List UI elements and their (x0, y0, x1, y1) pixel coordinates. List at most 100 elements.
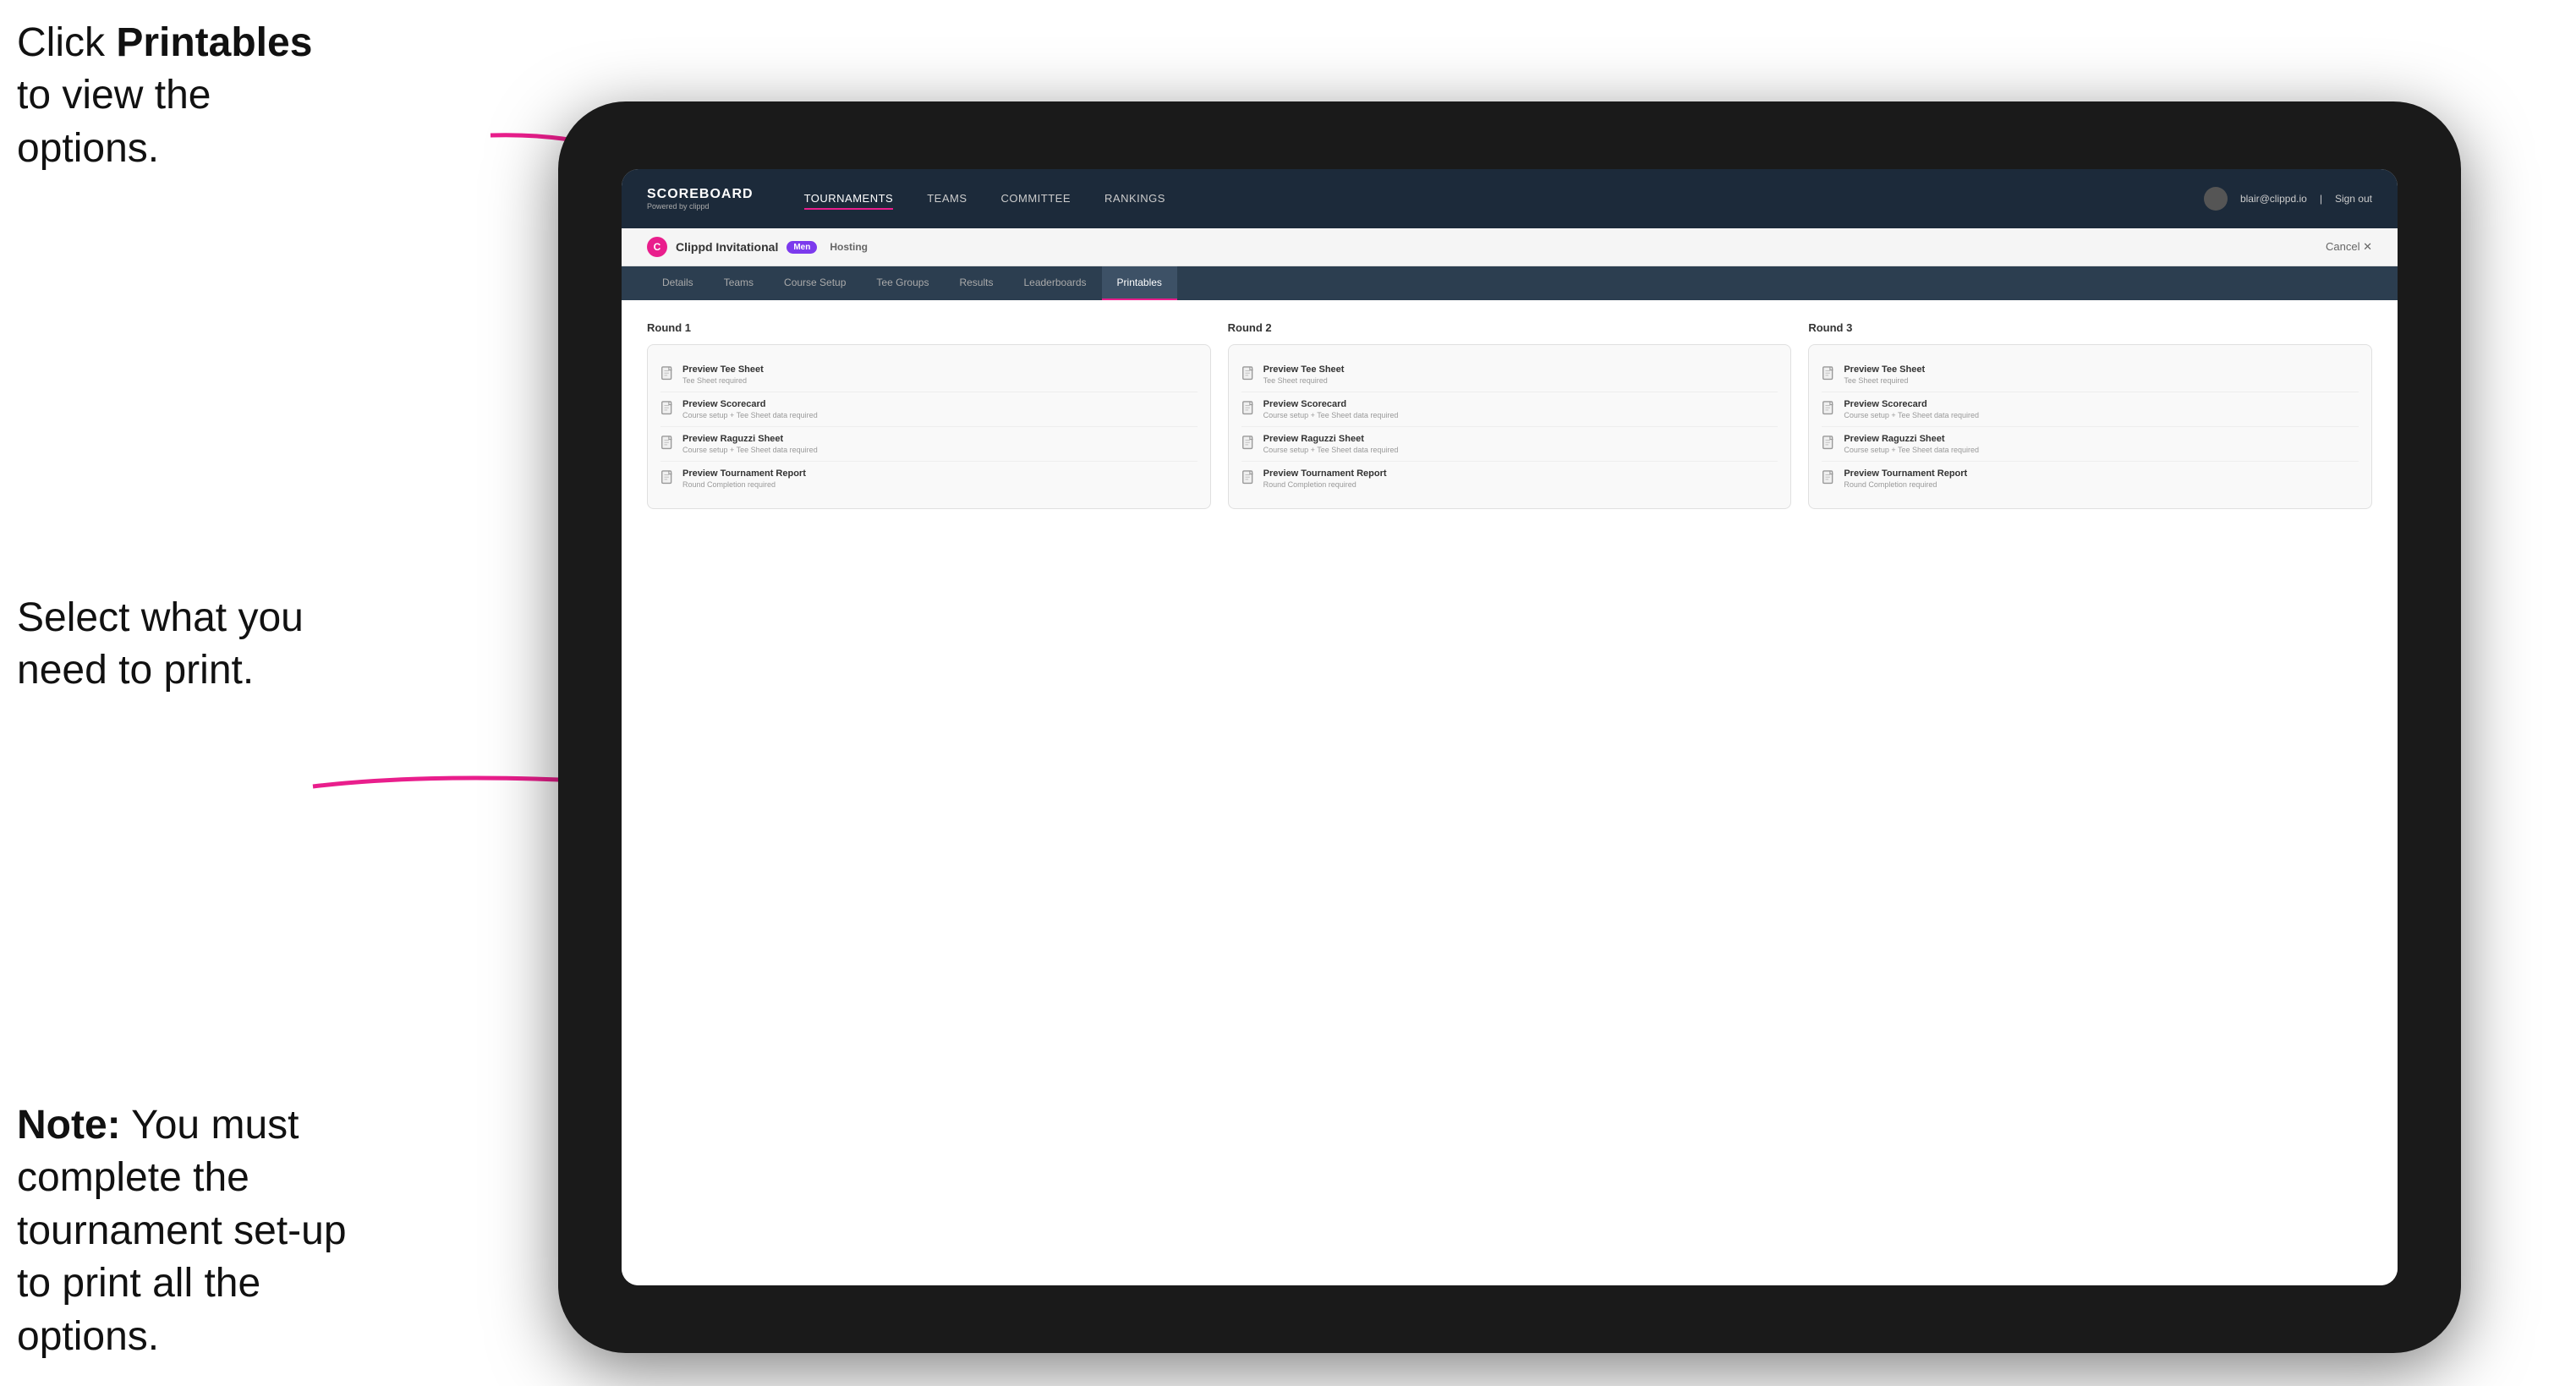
print-item-r3-i1[interactable]: Preview Tee SheetTee Sheet required (1822, 358, 2359, 392)
instruction-middle-text: Select what you need to print. (17, 595, 304, 693)
print-item-r1-i2[interactable]: Preview Scorecard Course setup + Tee Shee… (660, 392, 1198, 427)
print-item-text: Preview Tee SheetTee Sheet required (682, 364, 1198, 385)
round-column-2: Round 2 Preview Tee SheetTee Sheet requi… (1228, 321, 1792, 509)
print-item-r2-i1[interactable]: Preview Tee SheetTee Sheet required (1241, 358, 1779, 392)
print-item-subtitle-r2-i1: Tee Sheet required (1263, 376, 1779, 385)
print-item-title-r3-i4: Preview Tournament Report (1844, 468, 2359, 479)
print-item-text: Preview Tournament ReportRound Completio… (1844, 468, 2359, 489)
round-title-3: Round 3 (1808, 321, 2372, 334)
nav-logo-title: SCOREBOARD (647, 187, 754, 202)
print-item-text: Preview Raguzzi Sheet Course setup + Tee … (1263, 434, 1779, 454)
print-item-title-r1-i3: Preview Raguzzi Sheet (682, 434, 1198, 444)
print-item-r1-i3[interactable]: Preview Raguzzi Sheet Course setup + Tee … (660, 427, 1198, 462)
nav-bar: SCOREBOARD Powered by clippd TOURNAMENTS… (622, 169, 2398, 228)
print-item-subtitle-r2-i3: Course setup + Tee Sheet data required (1263, 446, 1779, 454)
printables-bold: Printables (116, 20, 312, 65)
tablet-screen: SCOREBOARD Powered by clippd TOURNAMENTS… (622, 169, 2398, 1285)
cancel-button[interactable]: Cancel ✕ (2326, 240, 2372, 254)
print-item-r2-i2[interactable]: Preview Scorecard Course setup + Tee Shee… (1241, 392, 1779, 427)
document-icon (1822, 366, 1837, 383)
nav-link-teams[interactable]: TEAMS (927, 189, 967, 210)
print-item-text: Preview Tee SheetTee Sheet required (1263, 364, 1779, 385)
print-item-text: Preview Tournament ReportRound Completio… (1263, 468, 1779, 489)
document-icon (1241, 366, 1257, 383)
print-item-title-r1-i2: Preview Scorecard (682, 399, 1198, 409)
document-icon (660, 470, 676, 487)
round-card-3: Preview Tee SheetTee Sheet required Prev… (1808, 344, 2372, 509)
document-icon (1822, 401, 1837, 418)
print-item-text: Preview Scorecard Course setup + Tee Shee… (682, 399, 1198, 419)
document-icon (660, 366, 676, 383)
tournament-gender-badge: Men (787, 241, 817, 254)
print-item-title-r2-i2: Preview Scorecard (1263, 399, 1779, 409)
print-item-subtitle-r1-i3: Course setup + Tee Sheet data required (682, 446, 1198, 454)
print-item-title-r1-i4: Preview Tournament Report (682, 468, 1198, 479)
print-item-title-r2-i1: Preview Tee Sheet (1263, 364, 1779, 375)
print-item-title-r1-i1: Preview Tee Sheet (682, 364, 1198, 375)
document-icon (1822, 436, 1837, 452)
print-item-r2-i4[interactable]: Preview Tournament ReportRound Completio… (1241, 462, 1779, 496)
tab-teams[interactable]: Teams (709, 266, 769, 300)
print-item-title-r2-i4: Preview Tournament Report (1263, 468, 1779, 479)
print-item-r3-i3[interactable]: Preview Raguzzi Sheet Course setup + Tee … (1822, 427, 2359, 462)
print-item-text: Preview Tee SheetTee Sheet required (1844, 364, 2359, 385)
nav-logo-sub: Powered by clippd (647, 202, 754, 211)
round-column-3: Round 3 Preview Tee SheetTee Sheet requi… (1808, 321, 2372, 509)
print-item-r2-i3[interactable]: Preview Raguzzi Sheet Course setup + Tee … (1241, 427, 1779, 462)
print-item-r3-i4[interactable]: Preview Tournament ReportRound Completio… (1822, 462, 2359, 496)
nav-link-rankings[interactable]: RANKINGS (1104, 189, 1165, 210)
instruction-middle: Select what you need to print. (17, 592, 355, 698)
tournament-header: C Clippd Invitational Men Hosting Cancel… (622, 228, 2398, 266)
print-item-r3-i2[interactable]: Preview ScorecardCourse setup + Tee Shee… (1822, 392, 2359, 427)
content-area: Round 1 Preview Tee SheetTee Sheet requi… (622, 300, 2398, 1285)
instruction-bottom: Note: You must complete the tournament s… (17, 1099, 372, 1363)
print-item-subtitle-r3-i3: Course setup + Tee Sheet data required (1844, 446, 2359, 454)
hosting-badge: Hosting (830, 241, 868, 253)
round-title-2: Round 2 (1228, 321, 1792, 334)
round-title-1: Round 1 (647, 321, 1211, 334)
print-item-subtitle-r1-i4: Round Completion required (682, 480, 1198, 489)
nav-sign-out[interactable]: Sign out (2335, 193, 2372, 205)
tab-leaderboards[interactable]: Leaderboards (1008, 266, 1101, 300)
round-card-2: Preview Tee SheetTee Sheet required Prev… (1228, 344, 1792, 509)
print-item-subtitle-r2-i2: Course setup + Tee Sheet data required (1263, 411, 1779, 419)
print-item-title-r3-i2: Preview Scorecard (1844, 399, 2359, 409)
round-card-1: Preview Tee SheetTee Sheet required Prev… (647, 344, 1211, 509)
print-item-title-r3-i1: Preview Tee Sheet (1844, 364, 2359, 375)
tournament-name-group: C Clippd Invitational Men Hosting (647, 237, 868, 257)
document-icon (660, 436, 676, 452)
nav-link-tournaments[interactable]: TOURNAMENTS (804, 189, 894, 210)
tab-tee-groups[interactable]: Tee Groups (861, 266, 944, 300)
document-icon (1241, 436, 1257, 452)
tab-course-setup[interactable]: Course Setup (769, 266, 861, 300)
document-icon (1241, 470, 1257, 487)
print-item-text: Preview Scorecard Course setup + Tee Shee… (1263, 399, 1779, 419)
print-item-text: Preview Raguzzi Sheet Course setup + Tee … (682, 434, 1198, 454)
print-item-title-r3-i3: Preview Raguzzi Sheet (1844, 434, 2359, 444)
nav-link-committee[interactable]: COMMITTEE (1001, 189, 1072, 210)
print-item-subtitle-r1-i1: Tee Sheet required (682, 376, 1198, 385)
nav-right: blair@clippd.io | Sign out (2204, 187, 2372, 211)
rounds-grid: Round 1 Preview Tee SheetTee Sheet requi… (647, 321, 2372, 509)
tournament-title: Clippd Invitational (676, 240, 778, 254)
document-icon (1822, 470, 1837, 487)
print-item-subtitle-r3-i1: Tee Sheet required (1844, 376, 2359, 385)
tab-results[interactable]: Results (944, 266, 1008, 300)
print-item-r1-i1[interactable]: Preview Tee SheetTee Sheet required (660, 358, 1198, 392)
print-item-title-r2-i3: Preview Raguzzi Sheet (1263, 434, 1779, 444)
nav-user-email: blair@clippd.io (2240, 193, 2307, 205)
note-bold: Note: (17, 1103, 121, 1148)
tab-details[interactable]: Details (647, 266, 709, 300)
nav-logo: SCOREBOARD Powered by clippd (647, 187, 754, 211)
print-item-text: Preview ScorecardCourse setup + Tee Shee… (1844, 399, 2359, 419)
nav-avatar (2204, 187, 2228, 211)
print-item-subtitle-r3-i4: Round Completion required (1844, 480, 2359, 489)
print-item-subtitle-r1-i2: Course setup + Tee Sheet data required (682, 411, 1198, 419)
document-icon (660, 401, 676, 418)
print-item-text: Preview Tournament ReportRound Completio… (682, 468, 1198, 489)
tournament-logo: C (647, 237, 667, 257)
document-icon (1241, 401, 1257, 418)
print-item-r1-i4[interactable]: Preview Tournament ReportRound Completio… (660, 462, 1198, 496)
round-column-1: Round 1 Preview Tee SheetTee Sheet requi… (647, 321, 1211, 509)
tab-printables[interactable]: Printables (1102, 266, 1177, 300)
